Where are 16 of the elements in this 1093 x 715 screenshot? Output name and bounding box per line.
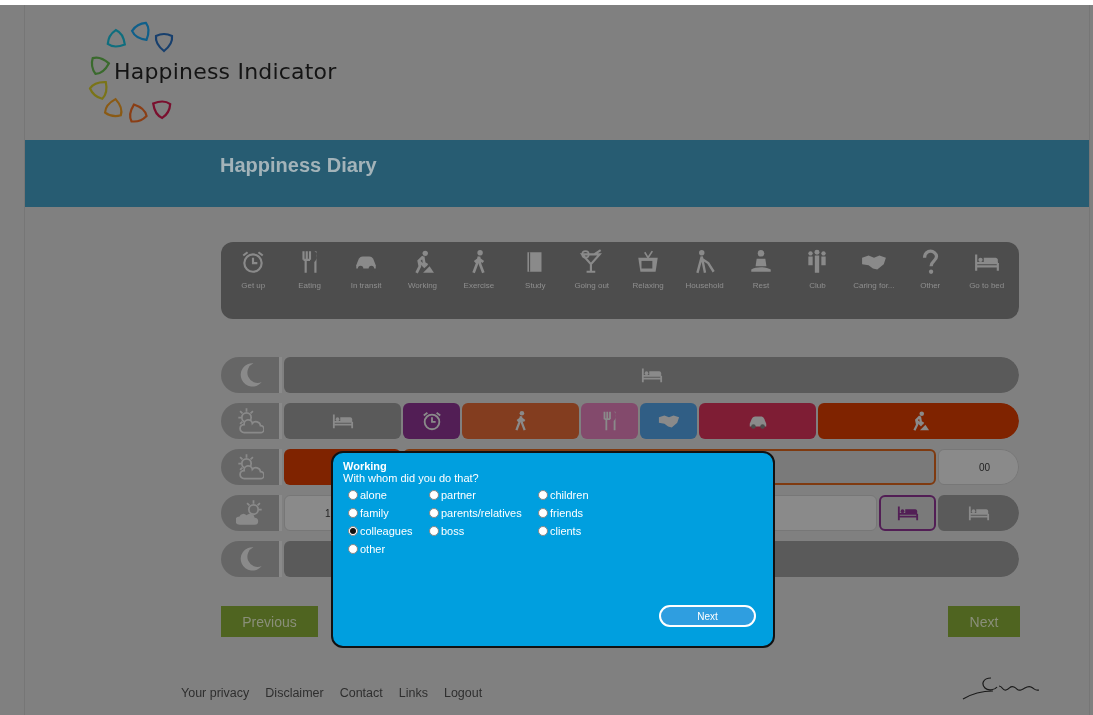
- radio-label: friends: [550, 507, 584, 519]
- radio-label: boss: [441, 525, 465, 537]
- radio-label: partner: [441, 489, 476, 501]
- radio-label: clients: [550, 525, 582, 537]
- page-title: Happiness Diary: [220, 154, 377, 177]
- time-label: 00: [979, 461, 991, 473]
- time-label: 1: [325, 507, 331, 519]
- radio-label: parents/relatives: [441, 507, 522, 519]
- radio-label: colleagues: [360, 525, 413, 537]
- dialog-question: With whom did you do that?: [343, 472, 480, 484]
- radio-label: other: [360, 543, 386, 555]
- radio-label: alone: [360, 489, 387, 501]
- radio-label: children: [550, 489, 589, 501]
- radio-label: family: [360, 507, 389, 519]
- dialog-title: Working: [343, 460, 388, 472]
- logo-text: Happiness Indicator: [114, 59, 337, 84]
